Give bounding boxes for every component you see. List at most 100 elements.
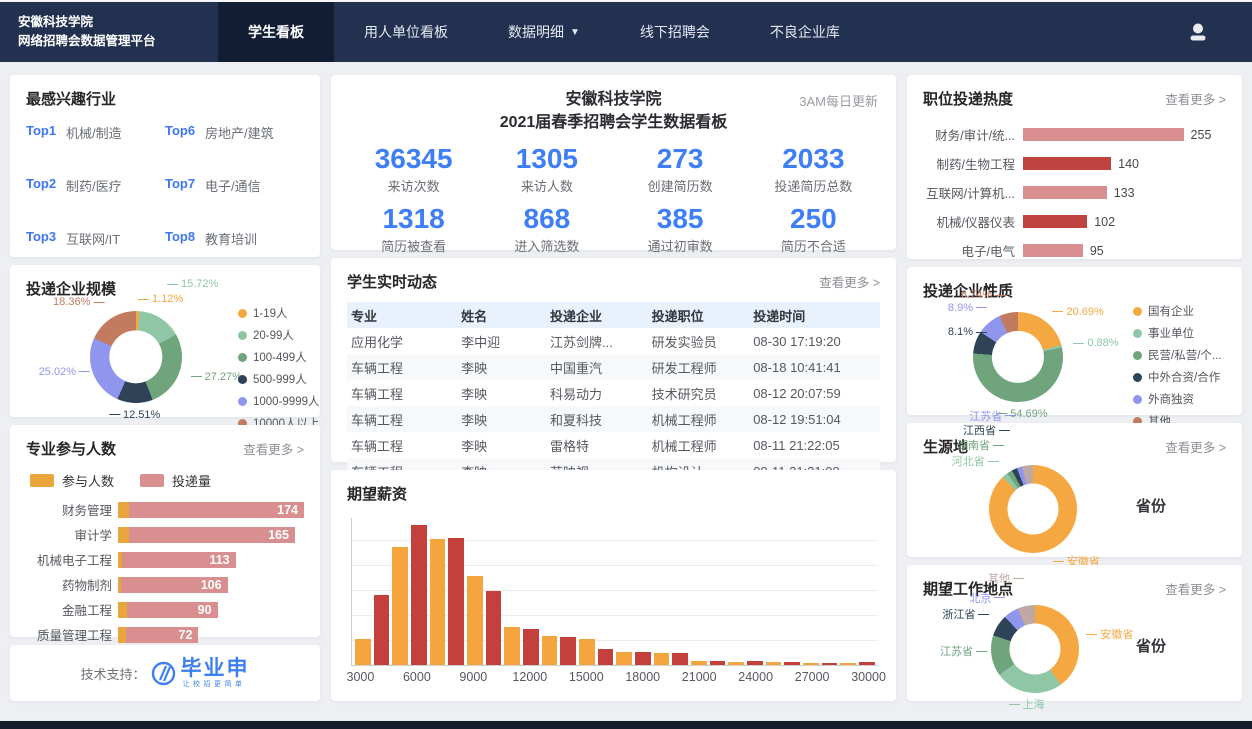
salary-bar[interactable] [523,629,539,666]
logo-line1: 安徽科技学院 [18,13,218,32]
salary-bar[interactable] [654,653,670,665]
tab-student-board[interactable]: 学生看板 [218,2,334,62]
salary-bar[interactable] [840,663,856,665]
user-icon [1186,20,1210,44]
tab-offline-fair[interactable]: 线下招聘会 [610,2,740,62]
salary-bar[interactable] [691,661,707,665]
origin-more-link[interactable]: 查看更多 > [1165,437,1226,456]
legend-item[interactable]: 1-19人 [238,305,320,321]
salary-bar[interactable] [766,662,782,665]
salary-bar[interactable] [859,662,875,665]
tab-bad-company[interactable]: 不良企业库 [740,2,870,62]
legend-item[interactable]: 1000-9999人 [238,393,320,409]
legend-item[interactable]: 100-499人 [238,349,320,365]
table-cell: 技术研究员 [652,384,754,403]
table-row[interactable]: 车辆工程李映和夏科技机械工程师08-12 19:51:04 [347,406,880,432]
legend-item[interactable]: 民营/私营/个... [1133,347,1221,363]
salary-bar[interactable] [542,636,558,665]
delivery-bar-segment: 106 [121,577,228,593]
tab-employer-board[interactable]: 用人单位看板 [334,2,478,62]
salary-bar[interactable] [392,547,408,665]
salary-bar[interactable] [579,639,595,665]
tab-data-detail[interactable]: 数据明细▼ [478,2,610,62]
salary-bar[interactable] [448,538,464,665]
table-cell: 李映 [461,436,550,455]
brand-logo[interactable]: 毕业申 让校招更简单 [150,658,250,688]
table-cell: 雷格特 [550,436,652,455]
donut-label: 27.27% [191,371,242,383]
salary-bar[interactable] [430,539,446,665]
work-more-link[interactable]: 查看更多 > [1165,579,1226,598]
table-row[interactable]: 车辆工程李映科易动力技术研究员08-12 20:07:59 [347,380,880,406]
legend-item[interactable]: 事业单位 [1133,325,1221,341]
salary-bar[interactable] [728,662,744,665]
major-bars: 财务管理174审计学165机械电子工程113药物制剂106金融工程90质量管理工… [26,500,304,669]
salary-bar[interactable] [784,662,800,665]
heat-bar[interactable] [1023,157,1111,170]
table-row[interactable]: 车辆工程李映雷格特机械工程师08-11 21:22:05 [347,432,880,458]
salary-bar[interactable] [803,663,819,665]
salary-bar[interactable] [560,637,576,665]
legend-item[interactable]: 中外合资/合作 [1133,369,1221,385]
unit-label: 省份 [1136,635,1166,656]
major-bar[interactable]: 90 [118,602,304,618]
activity-more-link[interactable]: 查看更多 > [819,272,880,291]
salary-bar[interactable] [467,576,483,665]
salary-bar[interactable] [822,663,838,665]
salary-bar[interactable] [504,627,520,665]
major-bar[interactable]: 165 [118,527,304,543]
major-bar[interactable]: 72 [118,627,304,643]
origin-donut[interactable] [989,465,1077,553]
donut-label: 20.69% [1052,306,1103,318]
heat-bar[interactable] [1023,244,1083,257]
legend-item[interactable]: 500-999人 [238,371,320,387]
dashboard-body: 最感兴趣行业 Top1机械/制造Top2制药/医疗Top3互联网/ITTop4金… [0,62,1252,709]
heat-category-label: 电子/电气 [923,241,1023,260]
leader-line [1086,634,1097,635]
salary-bar[interactable] [598,649,614,665]
donut-label-text: 其他 [988,570,1010,586]
salary-bar[interactable] [374,595,390,665]
major-bar[interactable]: 174 [118,502,304,518]
tech-support-panel: 技术支持： 毕业申 让校招更简单 [10,645,320,701]
heat-more-link[interactable]: 查看更多 > [1165,89,1226,108]
donut-label: 其他 [988,570,1024,586]
major-bar[interactable]: 113 [118,552,304,568]
right-column: 职位投递热度 查看更多 > 财务/审计/统...255制药/生物工程140互联网… [907,75,1242,709]
work-location-donut[interactable] [991,605,1079,693]
major-category-label: 机械电子工程 [26,550,118,569]
salary-bars [351,518,878,666]
leader-line [1009,704,1020,705]
donut-label-text: 河北省 [952,453,985,469]
logo-line2: 网络招聘会数据管理平台 [18,32,218,51]
salary-bar[interactable] [411,525,427,665]
heat-bar[interactable] [1023,128,1184,141]
company-size-donut[interactable] [90,311,182,403]
legend-item[interactable]: 国有企业 [1133,303,1221,319]
overview-panel: 安徽科技学院 2021届春季招聘会学生数据看板 3AM每日更新 36345来访次… [331,75,896,250]
salary-bar[interactable] [672,653,688,665]
legend-item[interactable]: 外商独资 [1133,391,1221,407]
legend-swatch [30,474,54,487]
table-row[interactable]: 应用化学李中迎江苏剑牌...研发实验员08-30 17:19:20 [347,328,880,354]
heat-category-label: 机械/仪器仪表 [923,212,1023,231]
legend-item[interactable]: 20-99人 [238,327,320,343]
user-menu[interactable] [1186,2,1210,62]
legend-dot [238,309,247,318]
salary-bar[interactable] [355,639,371,665]
legend-dot [238,331,247,340]
salary-bar[interactable] [635,652,651,665]
company-type-legend: 国有企业事业单位民营/私营/个...中外合资/合作外商独资其他 [1133,303,1221,429]
salary-bar[interactable] [747,661,763,665]
donut-label-text: 27.27% [205,371,242,383]
leader-line [1073,343,1084,344]
donut-label-text: 上海 [1023,696,1045,712]
heat-bar[interactable] [1023,186,1107,199]
major-bar[interactable]: 106 [118,577,304,593]
major-more-link[interactable]: 查看更多 > [243,439,304,458]
salary-bar[interactable] [710,661,726,665]
salary-bar[interactable] [486,591,502,665]
table-row[interactable]: 车辆工程李映中国重汽研发工程师08-18 10:41:41 [347,354,880,380]
heat-bar[interactable] [1023,215,1087,228]
salary-bar[interactable] [616,652,632,665]
